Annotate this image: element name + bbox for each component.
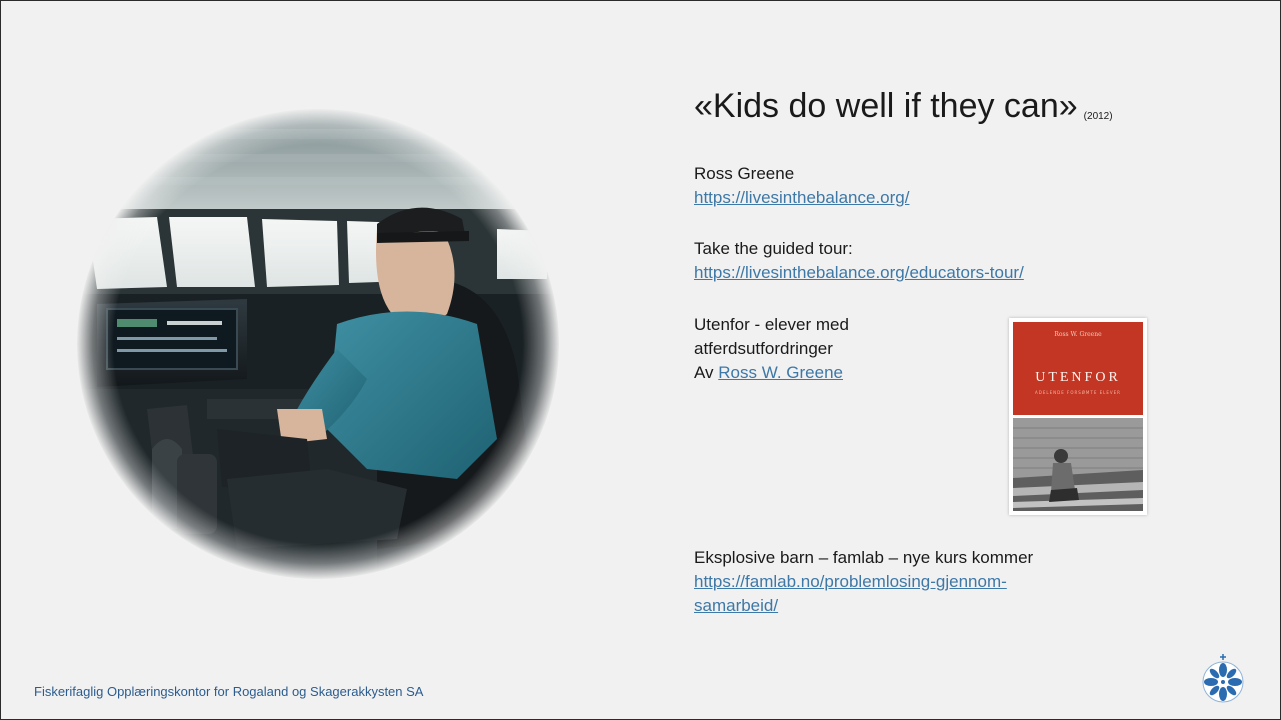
presentation-slide: «Kids do well if they can» (2012) Ross Gr… <box>0 0 1281 720</box>
by-prefix: Av <box>694 363 714 382</box>
book-cover-image: Ross W. Greene UTENFOR ADELENDE FORSØMTE… <box>1009 318 1147 515</box>
ross-w-greene-link[interactable]: Ross W. Greene <box>718 363 843 382</box>
tour-label: Take the guided tour: <box>694 239 853 258</box>
title-text: «Kids do well if they can» <box>694 87 1078 125</box>
course-label: Eksplosive barn – famlab – nye kurs komm… <box>694 548 1034 567</box>
ship-bridge-photo <box>77 109 559 579</box>
book-title-line2: atferdsutfordringer <box>694 339 833 358</box>
cover-title: UTENFOR <box>1035 370 1121 385</box>
cover-author: Ross W. Greene <box>1054 331 1102 338</box>
book-cover-top: Ross W. Greene UTENFOR ADELENDE FORSØMTE… <box>1013 322 1143 415</box>
snowflake-compass-logo-icon <box>1200 654 1246 704</box>
livesinthebalance-link[interactable]: https://livesinthebalance.org/ <box>694 187 909 208</box>
author-name: Ross Greene <box>694 164 795 183</box>
title-year: (2012) <box>1083 111 1113 122</box>
famlab-link-line2[interactable]: samarbeid/ <box>694 595 778 616</box>
cover-photo <box>1013 418 1143 511</box>
footer-organization: Fiskerifaglig Opplæringskontor for Rogal… <box>34 684 424 699</box>
book-author-line: Av Ross W. Greene <box>694 362 843 383</box>
cover-subtitle: ADELENDE FORSØMTE ELEVER <box>1035 390 1121 395</box>
book-title-line1: Utenfor - elever med <box>694 315 849 334</box>
slide-title: «Kids do well if they can» (2012) <box>694 87 1113 126</box>
famlab-link-line1[interactable]: https://famlab.no/problemlosing-gjennom- <box>694 571 1007 592</box>
educators-tour-link[interactable]: https://livesinthebalance.org/educators-… <box>694 262 1024 283</box>
